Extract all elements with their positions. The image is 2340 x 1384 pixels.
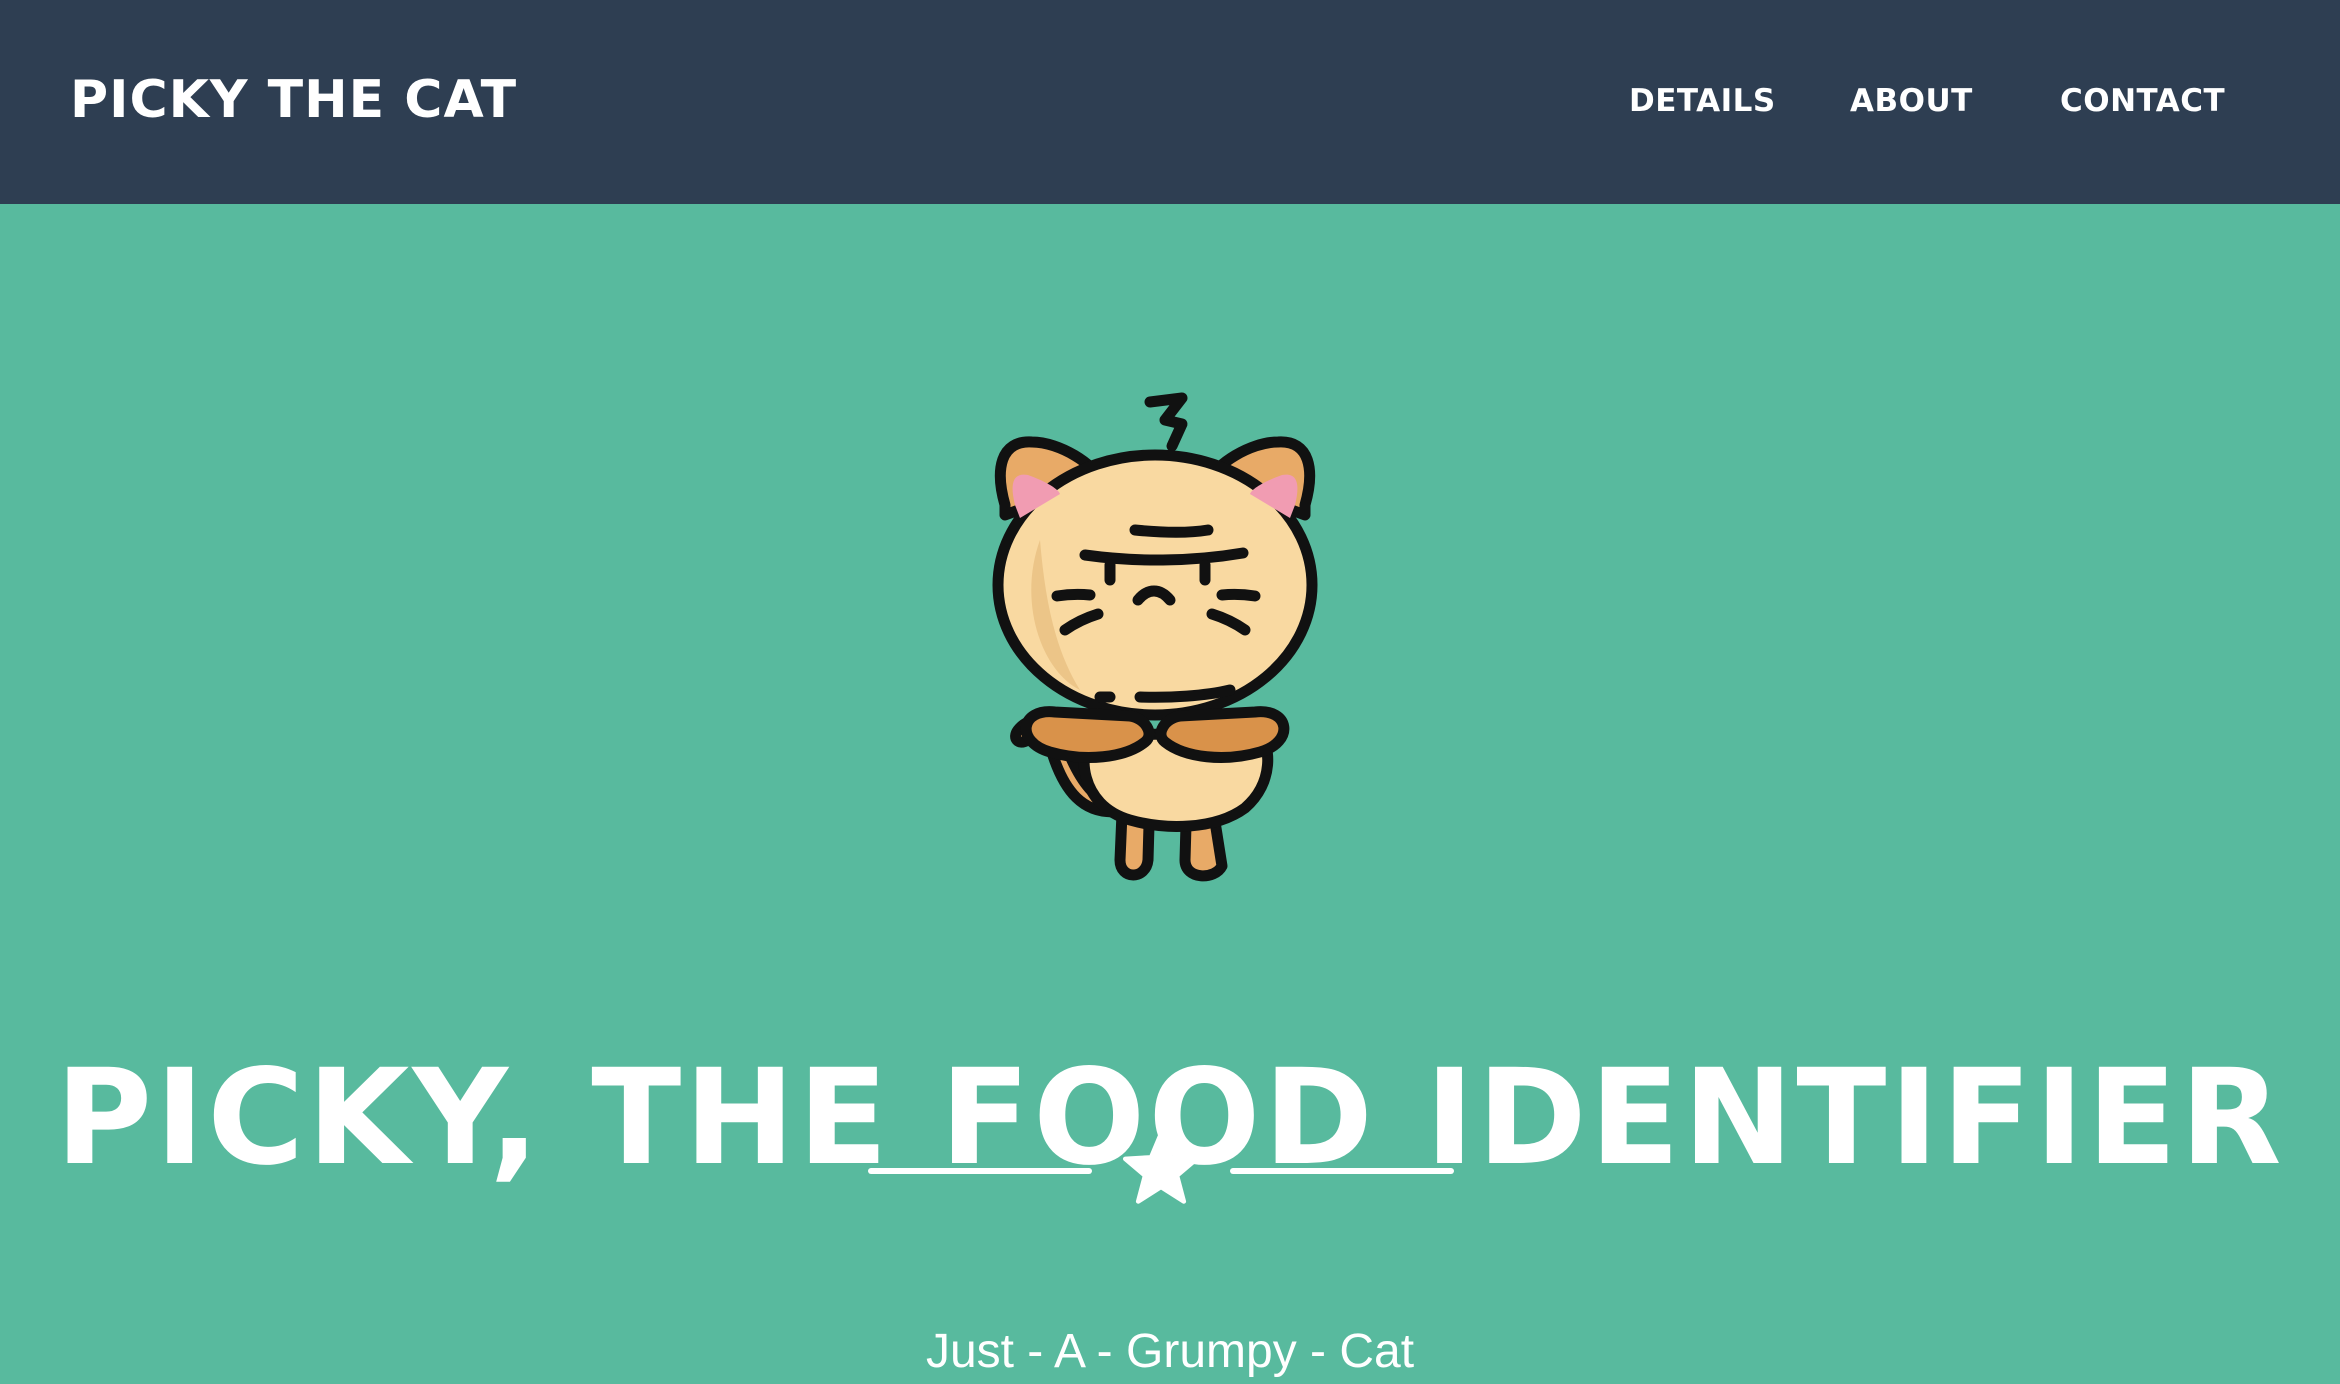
- divider-line-right: [1230, 1168, 1454, 1174]
- nav-link-details[interactable]: DETAILS: [1629, 76, 1776, 126]
- hero-subtitle: Just - A - Grumpy - Cat: [925, 1325, 1415, 1378]
- nav-link-about[interactable]: ABOUT: [1850, 76, 1973, 126]
- nav-link-contact[interactable]: CONTACT: [2060, 76, 2225, 126]
- title-divider: [868, 1130, 1454, 1210]
- divider-line-left: [868, 1168, 1092, 1174]
- star-icon: [1123, 1130, 1199, 1206]
- navbar: PICKY THE CAT DETAILS ABOUT CONTACT: [0, 0, 2340, 204]
- brand-logo-link[interactable]: PICKY THE CAT: [70, 68, 517, 132]
- grumpy-cat-icon: [960, 390, 1350, 890]
